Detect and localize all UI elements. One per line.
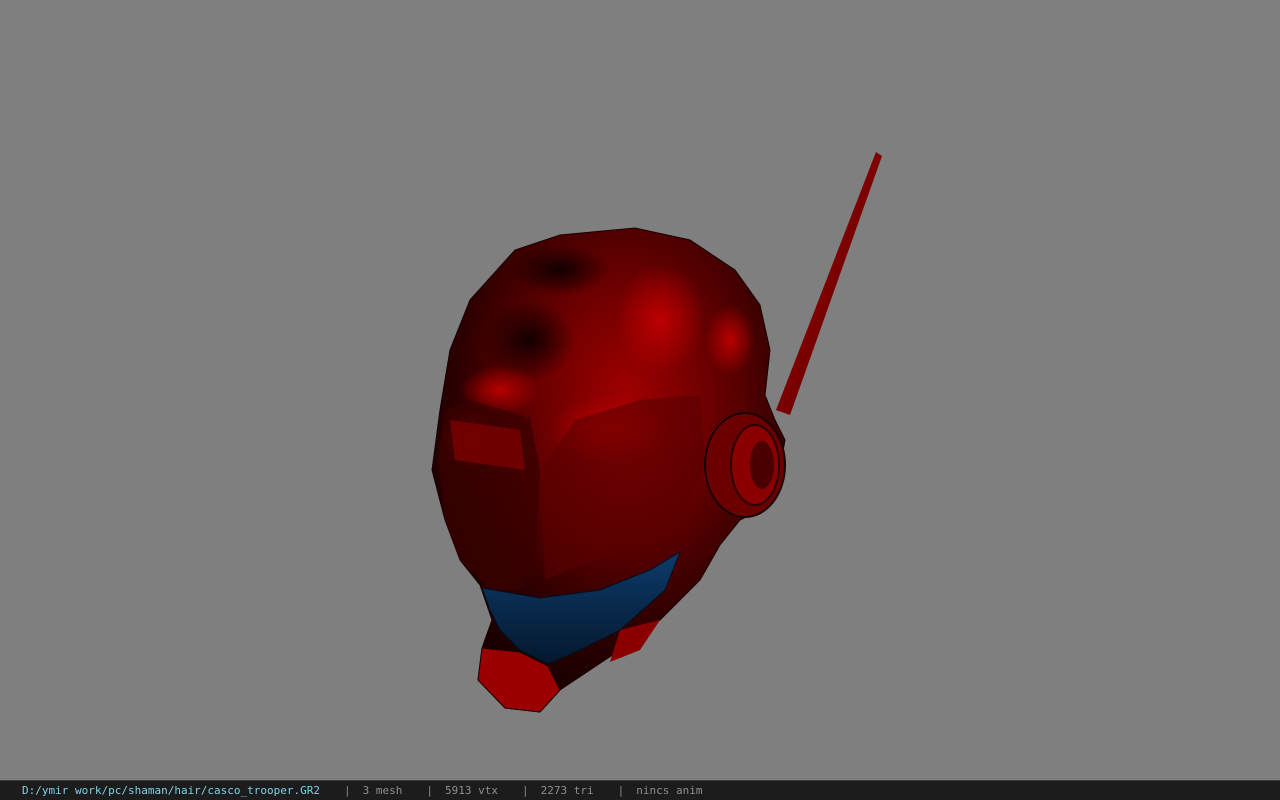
vertex-count: 5913 vtx [445, 784, 498, 797]
separator: | [617, 784, 625, 797]
status-bar: D:/ymir work/pc/shaman/hair/casco_troope… [0, 780, 1280, 800]
mesh-count: 3 mesh [362, 784, 403, 797]
3d-viewport[interactable] [0, 0, 1280, 780]
file-path: D:/ymir work/pc/shaman/hair/casco_troope… [22, 784, 321, 797]
separator: | [426, 784, 434, 797]
animation-status: nincs anim [636, 784, 703, 797]
separator: | [522, 784, 529, 797]
separator: | [344, 784, 351, 797]
helmet-model [431, 152, 882, 713]
helmet-ear-piece [704, 412, 786, 518]
triangle-count: 2273 tri [540, 784, 594, 797]
helmet-antenna [776, 152, 882, 415]
